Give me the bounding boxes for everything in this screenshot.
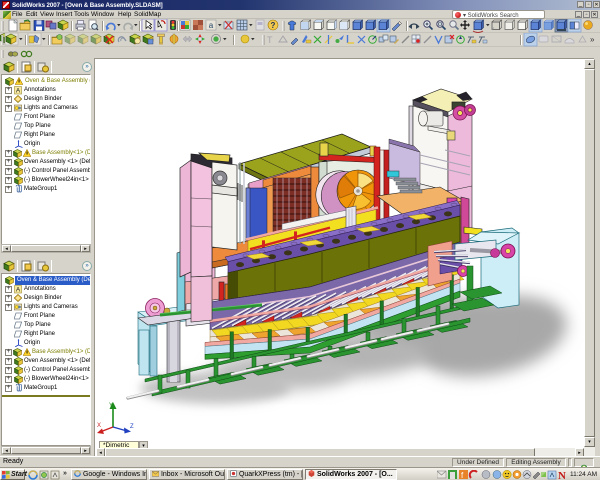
svg-text:?: ? (271, 21, 276, 30)
svg-text:Y: Y (109, 403, 113, 409)
svg-text:»: » (590, 35, 595, 44)
svg-text:N: N (558, 470, 566, 480)
svg-text:a: a (209, 21, 214, 30)
svg-text:T: T (267, 35, 273, 45)
svg-text:X: X (97, 423, 101, 429)
svg-text:Z: Z (130, 424, 134, 430)
